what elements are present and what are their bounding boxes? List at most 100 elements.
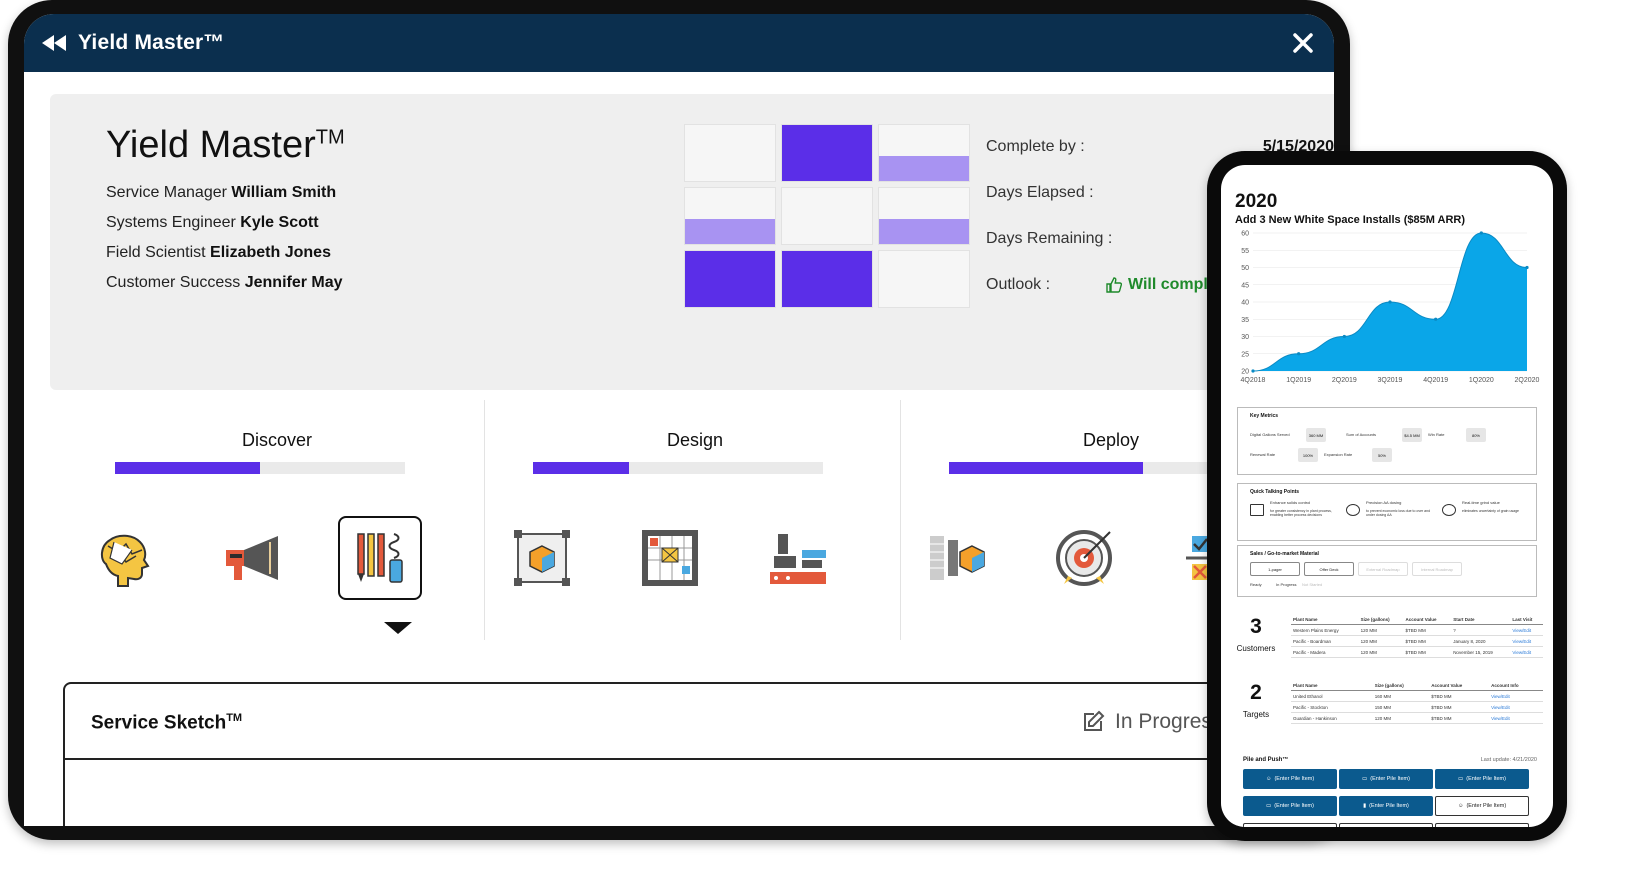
view-edit-link[interactable]: View/Edit: [1489, 712, 1543, 724]
tools-icon[interactable]: [338, 516, 422, 600]
data-point: [1297, 352, 1301, 356]
talking-point-head: Precision AA dosing: [1366, 500, 1402, 505]
sales-material-chip[interactable]: Internal Roadmap: [1412, 562, 1462, 576]
table-row: Western Plains Energy 120 MM $TBD MM? View/…: [1291, 624, 1543, 636]
people-icon: ☺: [1457, 803, 1464, 809]
y-tick-label: 40: [1241, 300, 1249, 307]
sales-material-card: Sales / Go-to-market Material 1-pager Off…: [1237, 545, 1537, 597]
pile-item-button[interactable]: ☺ (Enter Pile Item): [1243, 769, 1337, 789]
pile-item-button[interactable]: ▮(Enter Pile Item): [1243, 823, 1337, 827]
rewind-back-icon[interactable]: [42, 35, 68, 51]
talking-point-head: Real-time grind value: [1462, 500, 1500, 505]
view-edit-link[interactable]: View/Edit: [1510, 635, 1543, 647]
selected-caret-icon: [384, 622, 412, 634]
target-icon[interactable]: [1044, 516, 1128, 600]
pile-updated: Last update: 4/21/2020: [1480, 757, 1537, 763]
table-row: Guardian - Hankinson 120 MM $TBD MM View/Ed…: [1291, 712, 1543, 724]
pile-item-button[interactable]: ▭(Enter Pile Item): [1339, 769, 1433, 789]
phase-step-icons: [82, 516, 482, 600]
status-grid-cell: [781, 250, 873, 308]
targets-count: 2: [1250, 681, 1262, 704]
megaphone-icon[interactable]: [210, 516, 294, 600]
table-cell: $TBD MM: [1429, 701, 1490, 713]
phase-progress-fill: [115, 462, 260, 474]
x-tick-label: 1Q2019: [1286, 377, 1311, 384]
brain-icon[interactable]: [82, 516, 166, 600]
table-header: Plant Name: [1291, 681, 1373, 691]
phase-strip: Discover Design Deploy: [70, 400, 1334, 640]
pile-buttons: ☺ (Enter Pile Item) ▭ (Enter Pile Item) ▭ (En…: [1243, 769, 1537, 827]
sales-material-chip[interactable]: Offer Deck: [1304, 562, 1354, 576]
customers-table: Plant Name Size (gallons) Account Value Sta…: [1291, 615, 1543, 658]
table-cell: $TBD MM: [1403, 624, 1452, 636]
pile-item-button[interactable]: ▮(Enter Pile Item): [1339, 823, 1433, 827]
pile-item-button[interactable]: ☺ (Enter Pile Item): [1435, 796, 1529, 816]
y-tick-label: 60: [1241, 231, 1249, 238]
sales-legend-item: Ready: [1250, 582, 1262, 587]
edit-icon[interactable]: [1081, 710, 1105, 734]
pile-item-button[interactable]: ▭(Enter Pile Item): [1243, 796, 1337, 816]
sales-material-chip[interactable]: External Roadmap: [1358, 562, 1408, 576]
table-cell: Guardian - Hankinson: [1291, 712, 1373, 724]
table-header: Size (gallons): [1358, 615, 1404, 625]
project-summary-panel: Yield MasterTM Service Manager William S…: [50, 94, 1334, 390]
status-grid-cell: [684, 187, 776, 245]
phase-progress-track: [115, 462, 405, 474]
status-grid-fill: [685, 251, 775, 307]
pile-item-label: (Enter Pile Item): [1466, 776, 1506, 782]
data-point: [1434, 317, 1438, 321]
pile-item-button[interactable]: ▭(Enter Pile Item): [1435, 823, 1529, 827]
talking-point-body: to prevent economic loss due to over and…: [1366, 509, 1431, 517]
metric-label: Sum of Accounts: [1346, 432, 1377, 437]
sales-material-chip[interactable]: 1-pager: [1250, 562, 1300, 576]
table-row: Pacific - Stockton 150 MM $TBD MM View/Edit: [1291, 701, 1543, 713]
view-edit-link[interactable]: View/Edit: [1510, 624, 1543, 636]
view-edit-link[interactable]: View/Edit: [1489, 701, 1543, 713]
phase-progress-track: [949, 462, 1239, 474]
readout-icon: [1250, 504, 1264, 516]
laptop-icon: ▭: [1458, 776, 1464, 782]
status-grid-fill: [782, 251, 872, 307]
metric-value: $4.5 MM: [1402, 428, 1422, 442]
table-cell: November 15, 2019: [1451, 646, 1511, 658]
phase-progress-fill: [949, 462, 1144, 474]
pile-item-button[interactable]: ▮(Enter Pile Item): [1339, 796, 1433, 816]
building-blocks-icon[interactable]: [756, 516, 840, 600]
x-tick-label: 2Q2020: [1515, 377, 1540, 384]
x-tick-label: 4Q2018: [1241, 377, 1266, 384]
table-cell: ?: [1451, 624, 1511, 636]
team-list: Service Manager William Smith Systems Eng…: [106, 178, 343, 298]
blueprint-icon[interactable]: [628, 516, 712, 600]
view-edit-link[interactable]: View/Edit: [1510, 646, 1543, 658]
data-point: [1251, 369, 1255, 373]
service-sketch-panel: Service SketchTM In Progress: [63, 682, 1334, 826]
status-grid-cell: [878, 187, 970, 245]
status-grid-fill: [879, 155, 969, 181]
table-cell: January 8, 2020: [1451, 635, 1511, 647]
customers-label: Customers: [1236, 644, 1276, 653]
pile-item-button[interactable]: ▭(Enter Pile Item): [1435, 769, 1529, 789]
table-cell: 120 MM: [1358, 624, 1404, 636]
status-grid-fill: [685, 218, 775, 244]
metric-label: Digital Gallons Served: [1250, 432, 1290, 437]
y-tick-label: 55: [1241, 248, 1249, 255]
laptop-icon: ▭: [1266, 803, 1272, 809]
days-elapsed-label: Days Elapsed :: [986, 184, 1094, 201]
view-edit-link[interactable]: View/Edit: [1489, 690, 1543, 702]
y-tick-label: 45: [1241, 282, 1249, 289]
phase-discover: Discover: [70, 400, 484, 640]
gauge-icon: [1442, 504, 1456, 516]
phase-divider: [900, 400, 901, 640]
targets-table: Plant Name Size (gallons) Account Value Acc…: [1291, 681, 1543, 724]
metric-value: 100%: [1298, 448, 1318, 462]
cube-frame-icon[interactable]: [500, 516, 584, 600]
sketch-status[interactable]: In Progress: [1081, 710, 1222, 734]
key-metrics-title: Key Metrics: [1250, 413, 1279, 419]
metric-value: 360 MM: [1306, 428, 1326, 442]
table-header: Account Value: [1429, 681, 1490, 691]
stack-cube-icon[interactable]: [916, 516, 1000, 600]
phase-title: Discover: [241, 430, 312, 450]
close-icon[interactable]: [1292, 32, 1314, 54]
table-cell: United Ethanol: [1291, 690, 1373, 702]
table-row: Pacific - Boardman 120 MM $TBD MM January 8…: [1291, 635, 1543, 647]
